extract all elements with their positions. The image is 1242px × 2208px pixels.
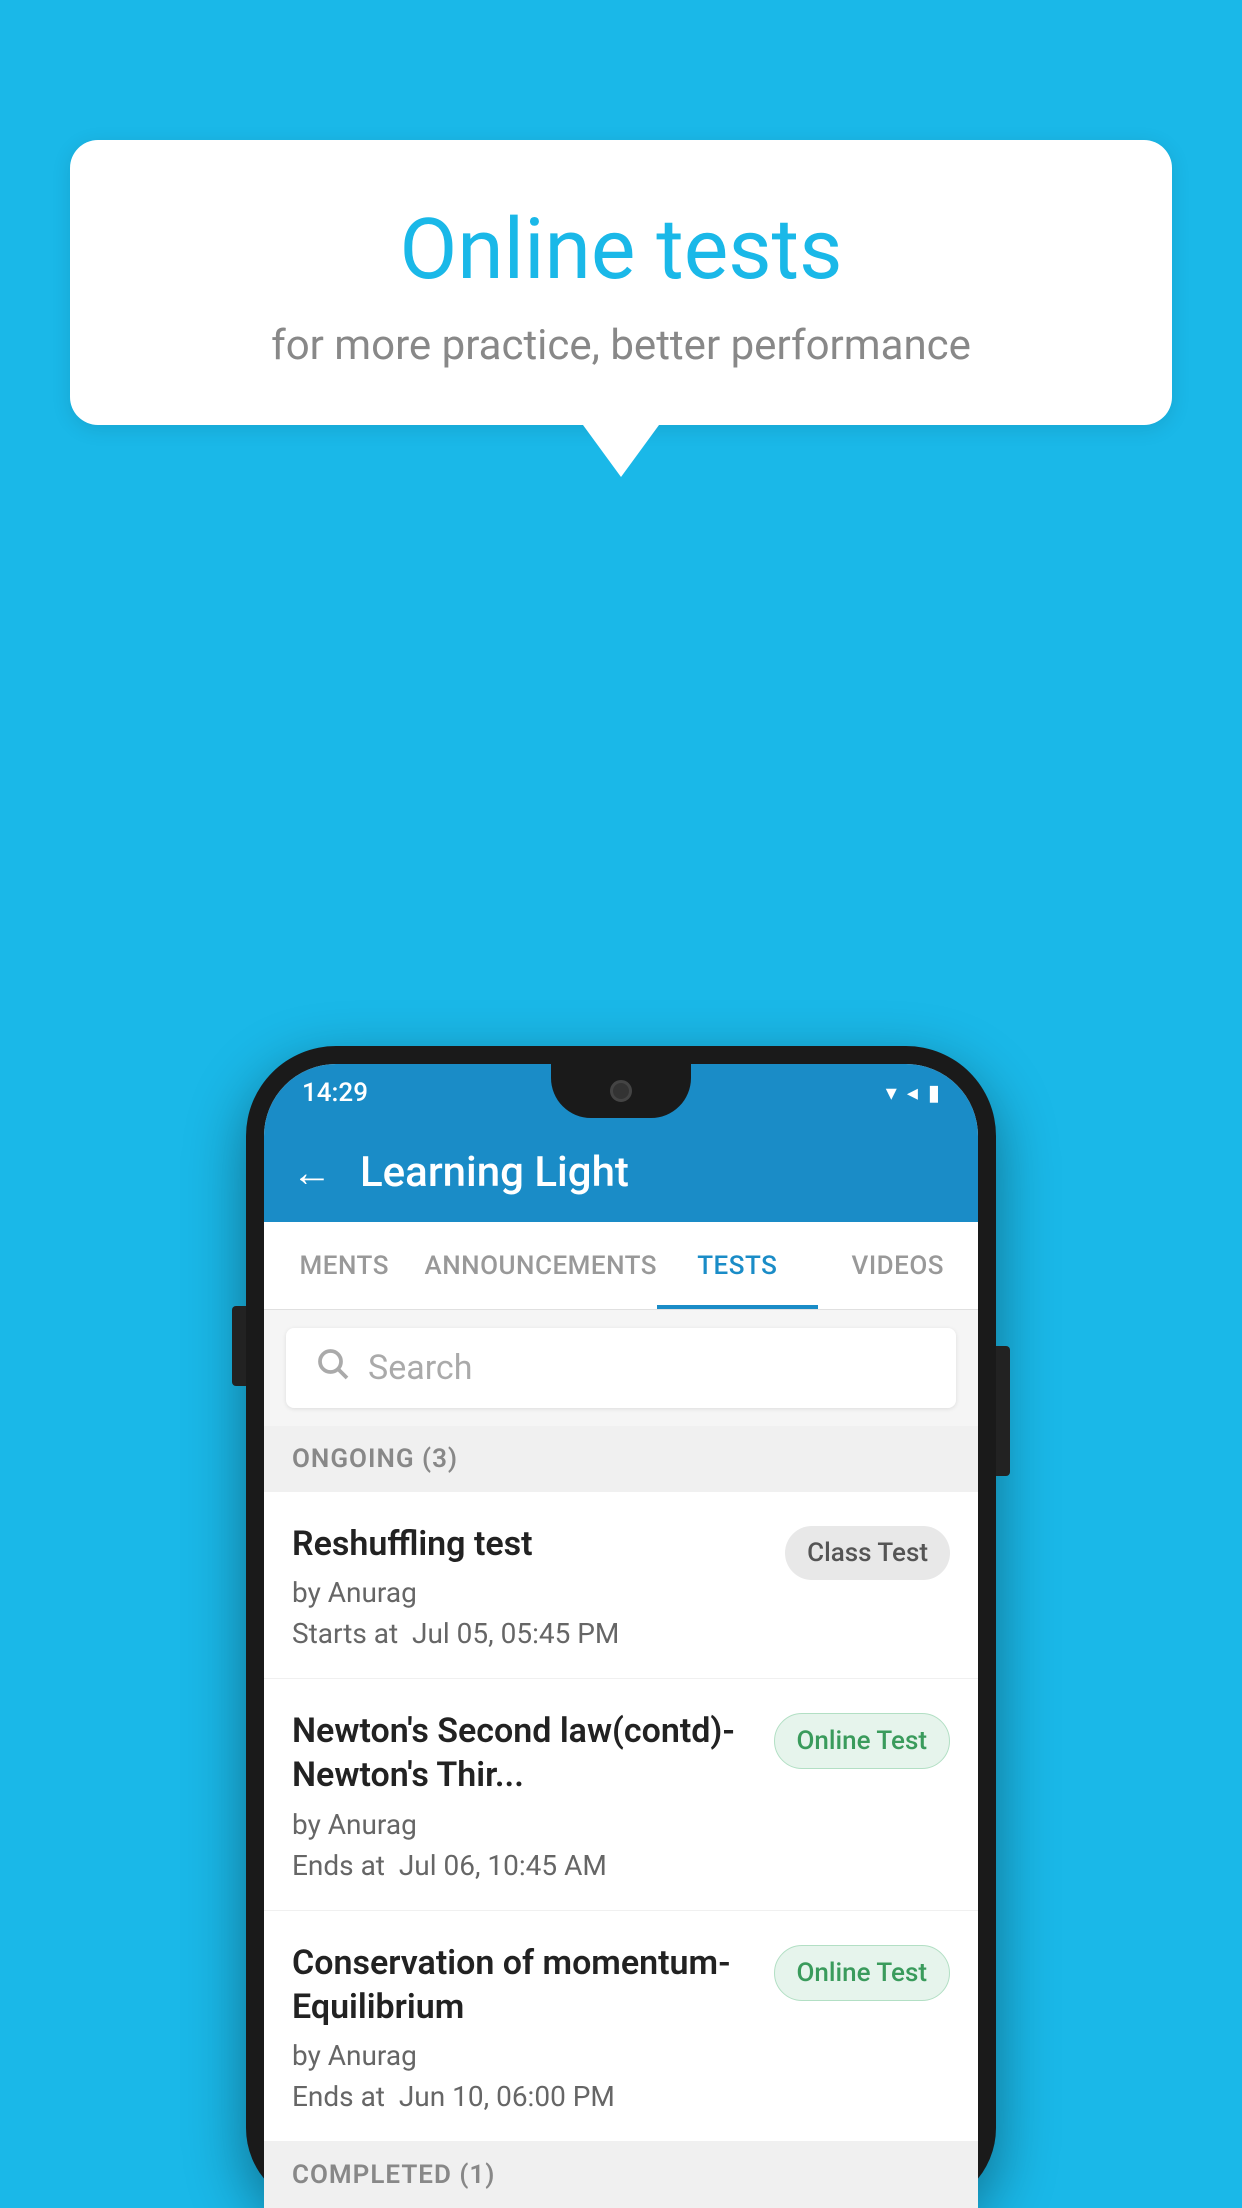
completed-section-header: COMPLETED (1) [264, 2142, 978, 2208]
test-title-1: Reshuffling test [292, 1522, 765, 1566]
search-input[interactable]: Search [368, 1348, 472, 1388]
test-author-1: by Anurag [292, 1576, 765, 1609]
ongoing-section-header: ONGOING (3) [264, 1426, 978, 1492]
test-author-3: by Anurag [292, 2039, 754, 2072]
test-info-2: Newton's Second law(contd)-Newton's Thir… [292, 1709, 774, 1881]
camera [610, 1080, 632, 1102]
search-icon [314, 1345, 350, 1391]
speech-bubble-area: Online tests for more practice, better p… [70, 140, 1172, 477]
bubble-arrow [583, 425, 659, 477]
bubble-title: Online tests [150, 200, 1092, 299]
test-date-2: Ends at Jul 06, 10:45 AM [292, 1849, 754, 1882]
completed-label: COMPLETED (1) [292, 2160, 495, 2190]
phone-screen: 14:29 ▾ ◂ ▮ ← Learning Light MENTS ANNOU… [264, 1064, 978, 2208]
tabs-bar: MENTS ANNOUNCEMENTS TESTS VIDEOS [264, 1222, 978, 1310]
test-item-2[interactable]: Newton's Second law(contd)-Newton's Thir… [264, 1679, 978, 1910]
bubble-subtitle: for more practice, better performance [150, 321, 1092, 370]
tab-announcements[interactable]: ANNOUNCEMENTS [424, 1222, 657, 1309]
test-date-1: Starts at Jul 05, 05:45 PM [292, 1617, 765, 1650]
test-title-2: Newton's Second law(contd)-Newton's Thir… [292, 1709, 754, 1797]
back-button[interactable]: ← [292, 1149, 332, 1196]
test-badge-1: Class Test [785, 1526, 950, 1580]
tab-tests[interactable]: TESTS [657, 1222, 817, 1309]
test-item-3[interactable]: Conservation of momentum-Equilibrium by … [264, 1911, 978, 2142]
notch [551, 1064, 691, 1118]
test-list: Reshuffling test by Anurag Starts at Jul… [264, 1492, 978, 2142]
battery-icon: ▮ [928, 1081, 940, 1106]
search-container: Search [264, 1310, 978, 1426]
search-box[interactable]: Search [286, 1328, 956, 1408]
ongoing-label: ONGOING (3) [292, 1444, 458, 1474]
app-bar: ← Learning Light [264, 1122, 978, 1222]
phone-outer: 14:29 ▾ ◂ ▮ ← Learning Light MENTS ANNOU… [246, 1046, 996, 2208]
test-badge-2: Online Test [774, 1713, 951, 1769]
phone-container: 14:29 ▾ ◂ ▮ ← Learning Light MENTS ANNOU… [246, 1046, 996, 2208]
signal-icon: ◂ [907, 1081, 918, 1106]
test-item-1[interactable]: Reshuffling test by Anurag Starts at Jul… [264, 1492, 978, 1679]
test-info-1: Reshuffling test by Anurag Starts at Jul… [292, 1522, 785, 1650]
test-title-3: Conservation of momentum-Equilibrium [292, 1941, 754, 2029]
status-time: 14:29 [302, 1078, 368, 1108]
tab-ments[interactable]: MENTS [264, 1222, 424, 1309]
tab-videos[interactable]: VIDEOS [818, 1222, 978, 1309]
test-author-2: by Anurag [292, 1808, 754, 1841]
wifi-icon: ▾ [886, 1081, 897, 1106]
app-title: Learning Light [360, 1148, 629, 1197]
test-badge-3: Online Test [774, 1945, 951, 2001]
test-info-3: Conservation of momentum-Equilibrium by … [292, 1941, 774, 2113]
speech-bubble: Online tests for more practice, better p… [70, 140, 1172, 425]
status-icons: ▾ ◂ ▮ [886, 1081, 940, 1106]
test-date-3: Ends at Jun 10, 06:00 PM [292, 2080, 754, 2113]
status-bar: 14:29 ▾ ◂ ▮ [264, 1064, 978, 1122]
